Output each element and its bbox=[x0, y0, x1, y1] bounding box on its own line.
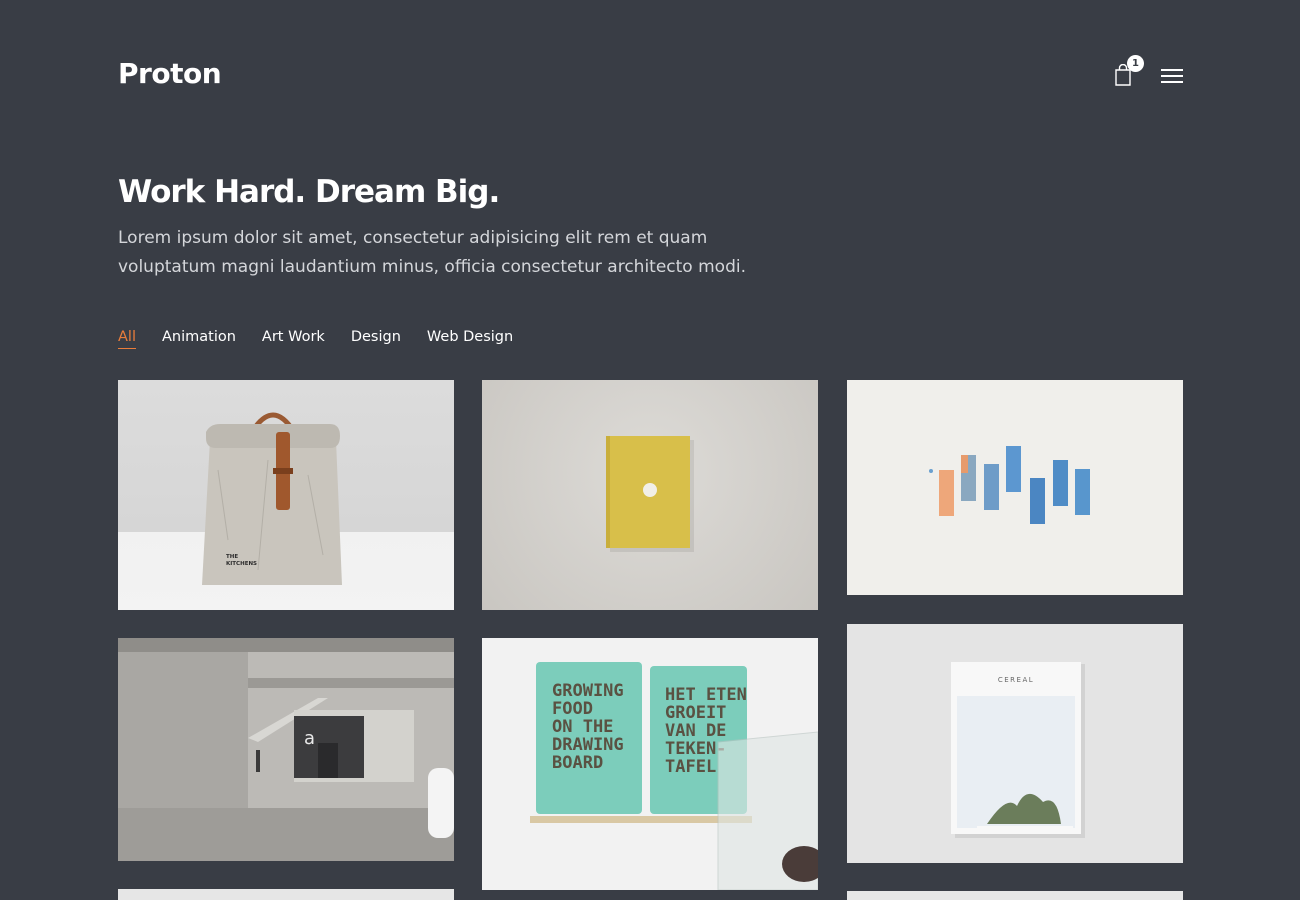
poster-left-line: BOARD bbox=[552, 753, 603, 773]
filter-design[interactable]: Design bbox=[351, 329, 401, 349]
portfolio-item-partial[interactable] bbox=[847, 891, 1183, 900]
poster-left-line: FOOD bbox=[552, 699, 593, 719]
poster-right-line: GROEIT bbox=[665, 703, 726, 723]
portfolio-item-cereal-book[interactable]: CEREAL bbox=[847, 624, 1183, 863]
building-interior-image: a bbox=[118, 638, 454, 861]
poster-right-line: HET ETEN bbox=[665, 685, 747, 705]
bag-print-line: THE bbox=[226, 554, 238, 560]
poster-left-line: GROWING bbox=[552, 681, 624, 701]
portfolio-item-posters[interactable]: GROWING FOOD ON THE DRAWING BOARD HET ET… bbox=[482, 638, 818, 890]
cart-count-badge: 1 bbox=[1127, 55, 1144, 72]
poster-right-line: VAN DE bbox=[665, 721, 726, 741]
hamburger-icon-line bbox=[1161, 81, 1183, 83]
portfolio-item-partial[interactable] bbox=[118, 889, 454, 900]
filter-all[interactable]: All bbox=[118, 329, 136, 349]
page: Proton 1 Work Hard. Dream Big. Lorem ips… bbox=[0, 0, 1300, 900]
book-title: CEREAL bbox=[998, 676, 1034, 684]
portfolio-filters: All Animation Art Work Design Web Design bbox=[118, 329, 513, 349]
filter-web-design[interactable]: Web Design bbox=[427, 329, 513, 349]
portfolio-item-yellow-book[interactable] bbox=[482, 380, 818, 610]
logo[interactable]: Proton bbox=[118, 57, 222, 90]
hamburger-icon-line bbox=[1161, 69, 1183, 71]
portfolio-item-building-interior[interactable]: a bbox=[118, 638, 454, 861]
poster-left-line: ON THE bbox=[552, 717, 613, 737]
filter-art-work[interactable]: Art Work bbox=[262, 329, 325, 349]
menu-button[interactable] bbox=[1161, 69, 1183, 85]
hero-text: Lorem ipsum dolor sit amet, consectetur … bbox=[118, 228, 746, 277]
bag-print-line: KITCHENS bbox=[226, 561, 257, 567]
poster-left-line: DRAWING bbox=[552, 735, 624, 755]
yellow-book-image bbox=[606, 436, 694, 552]
poster-right-line: TEKEN- bbox=[665, 739, 726, 759]
posters-image: GROWING FOOD ON THE DRAWING BOARD HET ET… bbox=[530, 662, 818, 890]
paper-bag-image: THE KITCHENS bbox=[202, 412, 342, 585]
hamburger-icon-line bbox=[1161, 75, 1183, 77]
filter-animation[interactable]: Animation bbox=[162, 329, 236, 349]
building-letter: a bbox=[304, 728, 315, 749]
hero-title: Work Hard. Dream Big. bbox=[118, 174, 500, 210]
cart-button[interactable]: 1 bbox=[1114, 55, 1144, 86]
color-swatches-image bbox=[929, 446, 1090, 524]
portfolio-item-paper-bag[interactable]: THE KITCHENS bbox=[118, 380, 454, 610]
poster-right-line: TAFEL bbox=[665, 757, 716, 777]
cereal-book-image: CEREAL bbox=[951, 662, 1085, 838]
portfolio-item-color-swatches[interactable] bbox=[847, 380, 1183, 595]
